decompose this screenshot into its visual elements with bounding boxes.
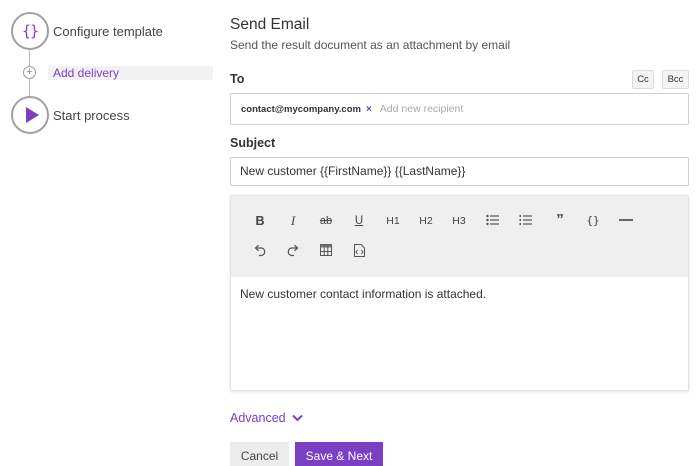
heading1-button[interactable]: H1 [382,212,404,230]
undo-icon [254,244,266,257]
plus-icon[interactable]: + [23,66,36,79]
editor-toolbar: B I ab U H1 H2 H3 ” {} [231,196,688,277]
add-delivery-row[interactable]: + Add delivery [18,66,213,80]
quote-icon: ” [556,211,564,228]
remove-recipient-icon[interactable]: × [366,104,372,115]
bullet-list-icon [486,214,499,226]
save-next-button[interactable]: Save & Next [295,442,383,466]
bold-icon: B [255,214,265,228]
advanced-toggle[interactable]: Advanced [230,411,303,425]
chevron-down-icon [291,414,303,422]
heading1-icon: H1 [386,215,400,227]
braces-icon: {} [21,22,39,40]
configure-template-step-icon[interactable]: {} [11,12,49,50]
page-subtitle: Send the result document as an attachmen… [230,38,511,52]
underline-button[interactable]: U [348,212,370,230]
step-start-process[interactable]: Start process [53,108,130,123]
heading2-button[interactable]: H2 [415,212,437,230]
heading3-button[interactable]: H3 [448,212,470,230]
heading3-icon: H3 [452,215,466,227]
page-title: Send Email [230,16,310,33]
bold-button[interactable]: B [249,212,271,230]
insert-field-button[interactable] [348,242,370,260]
insert-field-icon [353,244,365,257]
play-icon [25,107,39,123]
rich-text-editor: B I ab U H1 H2 H3 ” {} New customer cont… [230,195,689,391]
recipient-input[interactable]: Add new recipient [380,103,463,115]
step-configure-template[interactable]: Configure template [53,24,163,39]
subject-label: Subject [230,136,276,150]
table-button[interactable] [315,242,337,260]
table-icon [320,244,332,256]
heading2-icon: H2 [419,215,433,227]
editor-content[interactable]: New customer contact information is atta… [240,287,486,301]
underline-icon: U [354,215,364,227]
start-process-step-icon[interactable] [11,96,49,134]
cancel-button[interactable]: Cancel [230,442,289,466]
blockquote-button[interactable]: ” [549,211,571,229]
ordered-list-icon [519,215,532,225]
to-label: To [230,72,245,86]
strikethrough-button[interactable]: ab [315,212,337,230]
strikethrough-icon: ab [319,215,333,227]
italic-icon: I [290,213,296,228]
process-stepper: {} Configure template + Add delivery Sta… [0,0,215,466]
bullet-list-button[interactable] [482,212,504,230]
code-button[interactable]: {} [582,212,604,230]
redo-icon [287,244,299,257]
horizontal-rule-icon [619,219,633,221]
italic-button[interactable]: I [282,212,304,230]
bcc-button[interactable]: Bcc [662,70,689,89]
horizontal-rule-button[interactable] [615,212,637,230]
advanced-label: Advanced [230,411,286,425]
cc-button[interactable]: Cc [632,70,654,89]
recipient-chip-label: contact@mycompany.com [241,103,361,115]
recipient-field[interactable]: contact@mycompany.com × Add new recipien… [230,93,689,125]
recipient-chip: contact@mycompany.com × [241,104,372,115]
ordered-list-button[interactable] [515,212,537,230]
subject-input[interactable]: New customer {{FirstName}} {{LastName}} [230,157,689,186]
redo-button[interactable] [282,242,304,260]
step-add-delivery[interactable]: Add delivery [53,66,119,80]
code-braces-icon: {} [586,214,600,227]
undo-button[interactable] [249,242,271,260]
